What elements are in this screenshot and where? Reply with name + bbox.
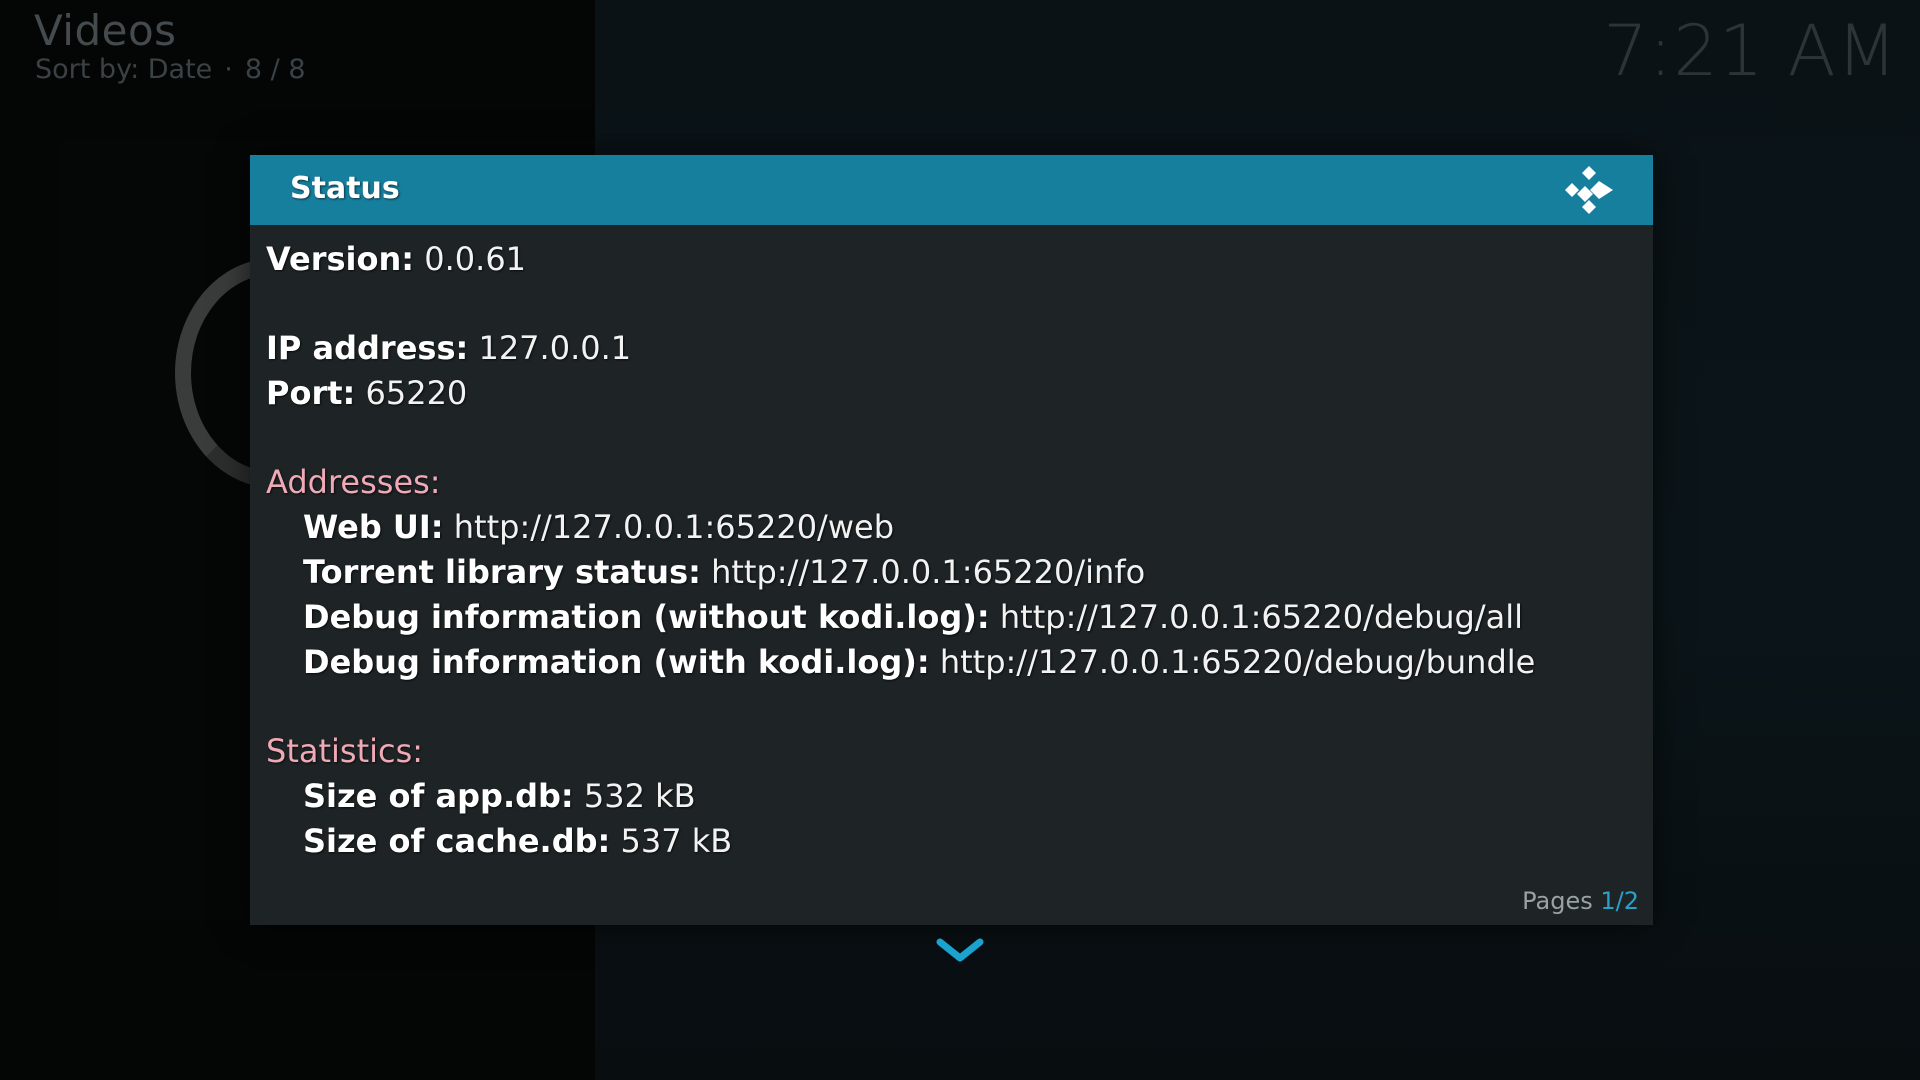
addresses-heading: Addresses: (266, 463, 441, 501)
ip-value: 127.0.0.1 (478, 329, 632, 367)
version-value: 0.0.61 (424, 240, 527, 278)
ip-label: IP address: (266, 329, 469, 367)
clock: 7:21 AM (1603, 10, 1898, 92)
page-title: Videos (34, 6, 177, 55)
statistic-value: 532 kB (583, 777, 696, 815)
dialog-header: Status (250, 155, 1653, 225)
address-value: http://127.0.0.1:65220/debug/all (999, 598, 1524, 636)
address-value: http://127.0.0.1:65220/web (453, 508, 894, 546)
address-value: http://127.0.0.1:65220/info (711, 553, 1146, 591)
sort-info: Sort by: Date · 8 / 8 (35, 54, 306, 85)
statistic-label: Size of app.db: (303, 777, 574, 815)
version-label: Version: (266, 240, 415, 278)
statistic-label: Size of cache.db: (303, 822, 611, 860)
status-dialog: Status Version: 0.0.61 IP address: 127.0… (250, 155, 1653, 925)
address-label: Debug information (with kodi.log): (303, 643, 930, 681)
address-row-torrent-status: Torrent library status: http://127.0.0.1… (266, 550, 1626, 595)
separator-dot: · (224, 54, 233, 85)
ip-row: IP address: 127.0.0.1 (266, 326, 1626, 371)
address-row-debug-bundle: Debug information (with kodi.log): http:… (266, 640, 1626, 685)
chevron-down-icon[interactable] (936, 938, 984, 964)
address-label: Torrent library status: (303, 553, 701, 591)
screen: Videos Sort by: Date · 8 / 8 7:21 AM Statu… (0, 0, 1920, 1080)
address-label: Debug information (without kodi.log): (303, 598, 990, 636)
statistic-value: 537 kB (620, 822, 733, 860)
port-row: Port: 65220 (266, 371, 1626, 416)
statistics-heading: Statistics: (266, 732, 424, 770)
pages-label: Pages (1522, 887, 1593, 915)
page-indicator: Pages 1/2 (1522, 887, 1639, 915)
pages-value: 1/2 (1600, 887, 1639, 915)
address-row-debug-all: Debug information (without kodi.log): ht… (266, 595, 1626, 640)
dialog-body: Version: 0.0.61 IP address: 127.0.0.1 Po… (266, 237, 1626, 864)
dialog-title: Status (290, 171, 400, 206)
port-value: 65220 (365, 374, 468, 412)
address-row-web-ui: Web UI: http://127.0.0.1:65220/web (266, 505, 1626, 550)
statistics-row-cache-db: Size of cache.db: 537 kB (266, 819, 1626, 864)
address-value: http://127.0.0.1:65220/debug/bundle (939, 643, 1536, 681)
kodi-logo-icon (1565, 166, 1613, 214)
sort-label: Sort by: Date (35, 54, 213, 85)
port-label: Port: (266, 374, 356, 412)
address-label: Web UI: (303, 508, 444, 546)
item-count: 8 / 8 (244, 54, 306, 85)
version-row: Version: 0.0.61 (266, 237, 1626, 282)
statistics-row-app-db: Size of app.db: 532 kB (266, 774, 1626, 819)
